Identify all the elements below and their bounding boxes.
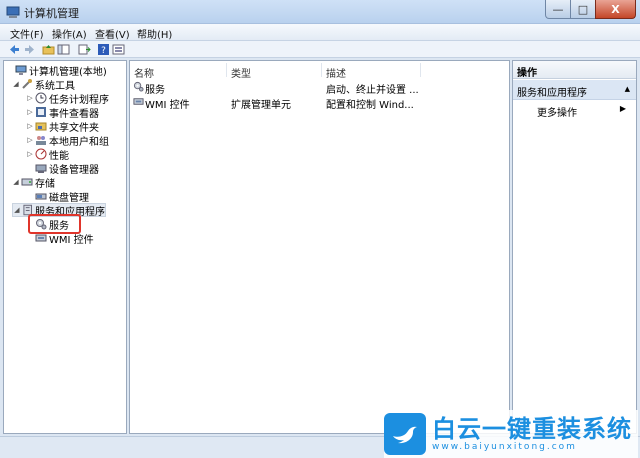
forward-arrow-icon[interactable] xyxy=(23,43,36,56)
collapse-arrow-icon[interactable]: ◢ xyxy=(12,178,20,186)
tree-item-computer-management[interactable]: 计算机管理(本地) xyxy=(6,63,107,78)
column-divider[interactable] xyxy=(226,63,227,77)
actions-header: 操作 xyxy=(513,61,636,79)
list-item[interactable]: 服务 启动、终止并设置 ... xyxy=(130,80,509,96)
submenu-arrow-icon[interactable]: ▶ xyxy=(620,104,626,113)
minimize-button[interactable]: — xyxy=(545,0,571,19)
tree-item-label: 系统工具 xyxy=(35,80,75,92)
more-actions-link[interactable]: 更多操作 xyxy=(537,104,577,119)
column-header-description[interactable]: 描述 xyxy=(326,65,346,80)
menu-action[interactable]: 操作(A) xyxy=(52,26,87,41)
tree-item-label: 本地用户和组 xyxy=(49,136,109,148)
tree-item-label: 存储 xyxy=(35,178,55,190)
tree-item-storage[interactable]: ◢ 存储 xyxy=(12,175,55,190)
watermark-brand: 白云一键重装系统 xyxy=(432,415,632,443)
menu-bar: 文件(F) 操作(A) 查看(V) 帮助(H) xyxy=(0,24,640,41)
tree-item-device-manager[interactable]: 设备管理器 xyxy=(26,161,99,176)
svg-text:?: ? xyxy=(101,46,106,56)
bird-logo-icon xyxy=(384,413,426,455)
show-hide-tree-icon[interactable] xyxy=(57,43,70,56)
cell-description: 配置和控制 Wind... xyxy=(326,100,414,111)
maximize-button[interactable]: □ xyxy=(570,0,596,19)
watermark: 白云一键重装系统 www.baiyunxitong.com xyxy=(384,410,638,458)
tree-item-label: 性能 xyxy=(49,150,69,162)
expand-arrow-icon[interactable]: ▷ xyxy=(26,150,34,158)
results-list: 名称 类型 描述 服务 启动、终止并设置 ... WMI 控件 扩展管理单元 配… xyxy=(129,60,510,434)
highlight-box xyxy=(28,214,81,234)
tree-item-system-tools[interactable]: ◢ 系统工具 xyxy=(12,77,75,92)
tree-item-label: 共享文件夹 xyxy=(49,122,99,134)
column-header-type[interactable]: 类型 xyxy=(231,65,251,80)
window-title: 计算机管理 xyxy=(24,7,79,20)
expand-arrow-icon[interactable]: ▷ xyxy=(26,108,34,116)
tree-item-label: 磁盘管理 xyxy=(49,192,89,204)
tree-item-task-scheduler[interactable]: ▷ 任务计划程序 xyxy=(26,91,109,106)
tree-item-label: 计算机管理(本地) xyxy=(29,66,107,78)
tree-item-performance[interactable]: ▷ 性能 xyxy=(26,147,69,162)
actions-pane: 操作 服务和应用程序 ▲ 更多操作 ▶ xyxy=(512,60,637,434)
wmi-icon xyxy=(133,98,144,105)
tree-item-shared-folders[interactable]: ▷ 共享文件夹 xyxy=(26,119,99,134)
collapse-arrow-icon[interactable]: ◢ xyxy=(12,80,20,88)
title-bar: 计算机管理 — □ X xyxy=(0,0,640,24)
cell-name: WMI 控件 xyxy=(145,100,190,111)
storage-icon xyxy=(21,178,33,186)
tools-icon xyxy=(22,79,32,89)
column-header-name[interactable]: 名称 xyxy=(134,65,154,80)
list-item[interactable]: WMI 控件 扩展管理单元 配置和控制 Wind... xyxy=(130,95,509,111)
back-arrow-icon[interactable] xyxy=(8,43,21,56)
close-button[interactable]: X xyxy=(595,0,636,19)
collapse-arrow-icon[interactable]: ◢ xyxy=(13,206,21,214)
expand-arrow-icon[interactable]: ▷ xyxy=(26,94,34,102)
tree-item-label: 事件查看器 xyxy=(49,108,99,120)
disk-icon xyxy=(35,193,47,200)
tree-item-disk-management[interactable]: 磁盘管理 xyxy=(26,189,89,204)
actions-group-label: 服务和应用程序 xyxy=(517,88,587,99)
tree-item-local-users-groups[interactable]: ▷ 本地用户和组 xyxy=(26,133,109,148)
actions-title: 操作 xyxy=(517,68,537,79)
menu-file[interactable]: 文件(F) xyxy=(10,26,44,41)
collapse-up-icon[interactable]: ▲ xyxy=(625,85,630,93)
services-icon xyxy=(133,81,144,92)
column-divider[interactable] xyxy=(420,63,421,77)
expand-arrow-icon[interactable]: ▷ xyxy=(26,136,34,144)
column-divider[interactable] xyxy=(321,63,322,77)
up-folder-icon[interactable] xyxy=(42,43,55,56)
menu-view[interactable]: 查看(V) xyxy=(95,26,130,41)
cell-type: 扩展管理单元 xyxy=(231,100,291,111)
watermark-url: www.baiyunxitong.com xyxy=(432,442,577,452)
console-tree: 计算机管理(本地) ◢ 系统工具 ▷ 任务计划程序 ▷ 事件查看器 ▷ 共享文件… xyxy=(3,60,127,434)
properties-icon[interactable] xyxy=(112,43,125,56)
cell-name: 服务 xyxy=(145,85,165,96)
users-icon xyxy=(36,136,46,145)
clock-icon xyxy=(35,92,47,104)
computer-management-icon xyxy=(6,6,20,18)
performance-icon xyxy=(35,148,47,160)
menu-help[interactable]: 帮助(H) xyxy=(137,26,172,41)
device-manager-icon xyxy=(35,164,47,173)
event-viewer-icon xyxy=(36,107,46,117)
shared-folder-icon xyxy=(35,122,47,131)
expand-arrow-icon[interactable]: ▷ xyxy=(26,122,34,130)
export-list-icon[interactable] xyxy=(78,43,91,56)
tree-item-label: 设备管理器 xyxy=(49,164,99,176)
toolbar: ? xyxy=(0,41,640,58)
cell-description: 启动、终止并设置 ... xyxy=(326,85,419,96)
computer-icon xyxy=(15,65,27,75)
actions-group-services-apps[interactable]: 服务和应用程序 ▲ xyxy=(513,80,636,100)
tree-item-label: 任务计划程序 xyxy=(49,94,109,106)
help-icon[interactable]: ? xyxy=(97,43,110,56)
tree-item-event-viewer[interactable]: ▷ 事件查看器 xyxy=(26,105,99,120)
